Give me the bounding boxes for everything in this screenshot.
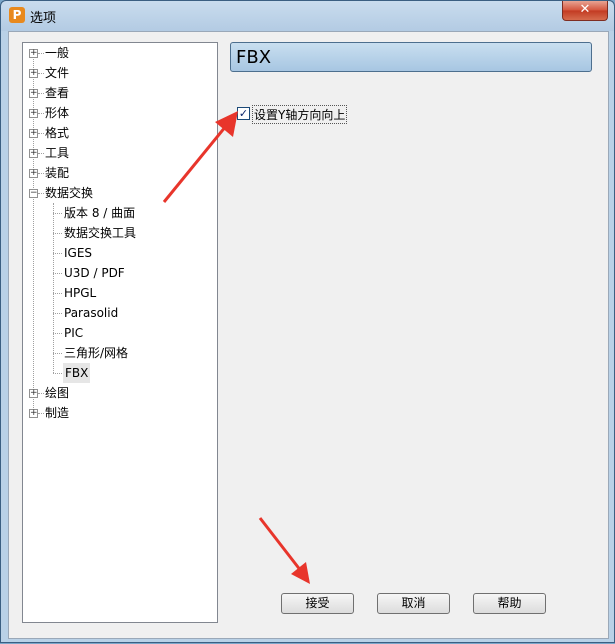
cancel-button[interactable]: 取消 [377,593,450,614]
expand-icon[interactable]: + [29,49,38,58]
set-y-up-label[interactable]: 设置Y轴方向向上 [252,105,348,124]
tree-item-label-selected: FBX [63,363,91,383]
tree-item-drawing[interactable]: + 绘图 [23,383,213,403]
tree-item-shape[interactable]: + 形体 [23,103,213,123]
expand-icon[interactable]: + [29,129,38,138]
help-button[interactable]: 帮助 [473,593,546,614]
tree-child-u3d-pdf[interactable]: U3D / PDF [53,263,213,283]
tree-item-manufacturing[interactable]: + 制造 [23,403,213,423]
panel-header: FBX [230,42,592,72]
tree-item-label: 绘图 [45,386,70,400]
tree-item-general[interactable]: + 一般 [23,43,213,63]
tree-item-label: U3D / PDF [64,266,125,280]
tree-item-label: 装配 [45,166,70,180]
expand-icon[interactable]: + [29,409,38,418]
expand-icon[interactable]: + [29,169,38,178]
tree-child-pic[interactable]: PIC [53,323,213,343]
tree-item-format[interactable]: + 格式 [23,123,213,143]
tree-item-label: 数据交换 [45,186,94,200]
collapse-icon[interactable]: − [29,189,38,198]
expand-icon[interactable]: + [29,69,38,78]
panel-title: FBX [236,47,272,68]
tree-child-hpgl[interactable]: HPGL [53,283,213,303]
window-title: 选项 [30,11,57,26]
tree-item-label: 制造 [45,406,70,420]
tree-item-label: 工具 [45,146,70,160]
tree-item-tools[interactable]: + 工具 [23,143,213,163]
set-y-up-checkbox[interactable]: ✓ [237,107,250,120]
tree-item-view[interactable]: + 查看 [23,83,213,103]
title-bar[interactable]: P 选项 ✕ [1,1,614,31]
tree-item-label: 一般 [45,46,70,60]
options-dialog: P 选项 ✕ + 一般 + 文件 + 查看 + 形体 + 格式 + 工具 + 装… [0,0,615,643]
dialog-client-area: + 一般 + 文件 + 查看 + 形体 + 格式 + 工具 + 装配 − 数据交… [8,31,609,639]
tree-item-label: Parasolid [64,306,119,320]
tree-item-label: 查看 [45,86,70,100]
accept-button[interactable]: 接受 [281,593,354,614]
close-button[interactable]: ✕ [562,1,608,21]
expand-icon[interactable]: + [29,109,38,118]
tree-item-file[interactable]: + 文件 [23,63,213,83]
tree-item-label: 数据交换工具 [64,226,137,240]
tree-item-data-exchange[interactable]: − 数据交换 [23,183,213,203]
app-logo-icon: P [9,7,25,23]
tree-item-label: 文件 [45,66,70,80]
tree-item-label: 版本 8 / 曲面 [64,206,136,220]
expand-icon[interactable]: + [29,89,38,98]
tree-item-label: HPGL [64,286,97,300]
tree-child-triangle-mesh[interactable]: 三角形/网格 [53,343,213,363]
expand-icon[interactable]: + [29,389,38,398]
tree-item-label: IGES [64,246,93,260]
tree-item-label: 形体 [45,106,70,120]
expand-icon[interactable]: + [29,149,38,158]
tree-child-version8-surface[interactable]: 版本 8 / 曲面 [53,203,213,223]
tree-child-iges[interactable]: IGES [53,243,213,263]
tree-item-label: 三角形/网格 [64,346,129,360]
tree-item-assembly[interactable]: + 装配 [23,163,213,183]
tree-child-fbx[interactable]: FBX [53,363,213,383]
tree-child-parasolid[interactable]: Parasolid [53,303,213,323]
tree-child-data-exchange-tools[interactable]: 数据交换工具 [53,223,213,243]
tree-item-label: 格式 [45,126,70,140]
options-tree[interactable]: + 一般 + 文件 + 查看 + 形体 + 格式 + 工具 + 装配 − 数据交… [22,42,218,623]
tree-item-label: PIC [64,326,84,340]
